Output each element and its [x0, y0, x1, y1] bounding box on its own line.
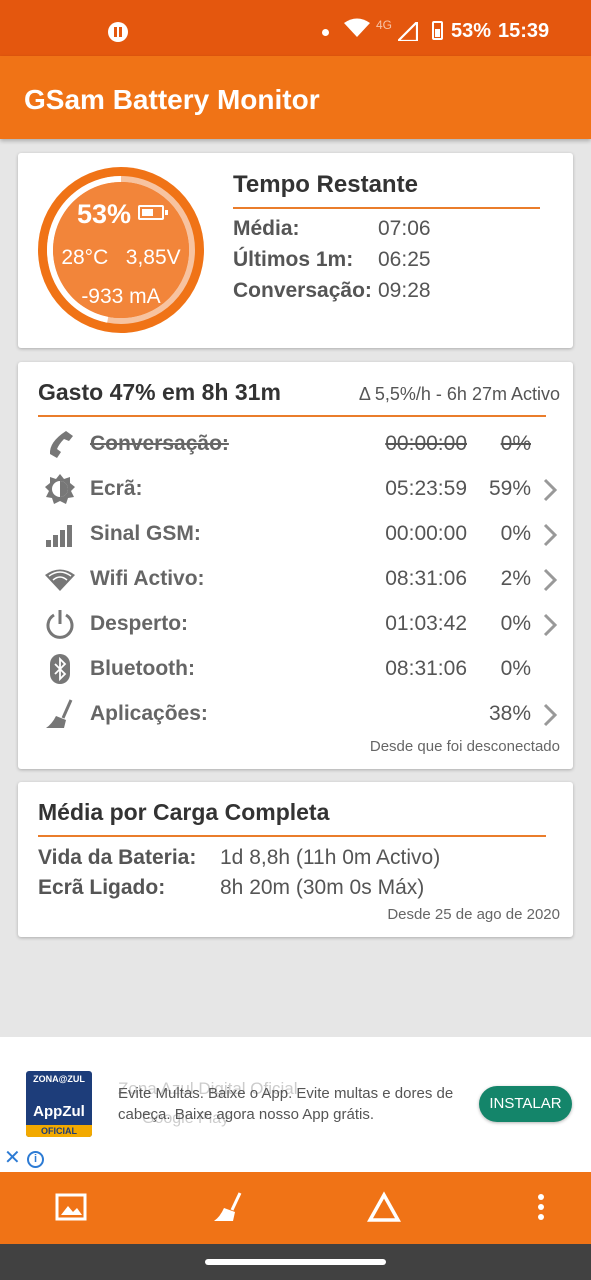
- divider: [233, 207, 540, 209]
- broom-icon: [46, 699, 73, 728]
- battery-summary-card[interactable]: 53% 28°C 3,85V -933 mA Tempo Restante Mé…: [18, 153, 573, 348]
- battery-icon: [138, 205, 168, 220]
- usage-row-conversation: Conversação: 00:00:00 0%: [18, 422, 573, 467]
- average-title: Média por Carga Completa: [38, 799, 330, 825]
- usage-title: Gasto 47% em 8h 31m: [38, 379, 281, 405]
- divider: [38, 835, 546, 837]
- average-card[interactable]: Média por Carga Completa Vida da Bateria…: [18, 782, 573, 937]
- notification-dot-icon: [322, 29, 329, 36]
- ad-logo-badge: OFICIAL: [26, 1125, 92, 1137]
- clock: 15:39: [498, 20, 550, 42]
- battery-percent: 53%: [451, 20, 492, 42]
- row-label: Últimos 1m:: [233, 248, 354, 271]
- usage-percent: 2%: [500, 567, 531, 590]
- usage-name: Bluetooth:: [90, 657, 195, 680]
- usage-name: Aplicações:: [90, 702, 208, 725]
- chevron-right-icon[interactable]: [542, 478, 558, 502]
- average-footer: Desde 25 de ago de 2020: [387, 906, 560, 923]
- bottom-toolbar: [0, 1172, 591, 1244]
- pause-icon: [108, 22, 128, 42]
- wifi-status-icon: [344, 18, 370, 37]
- usage-percent: 0%: [500, 432, 531, 455]
- usage-percent: 0%: [500, 612, 531, 635]
- usage-name: Ecrã:: [90, 477, 143, 500]
- install-button[interactable]: INSTALAR: [479, 1086, 572, 1122]
- usage-delta: Δ 5,5%/h - 6h 27m Activo: [358, 384, 560, 404]
- usage-time: 00:00:00: [385, 432, 467, 455]
- broom-icon[interactable]: [211, 1190, 245, 1224]
- gauge-current: -933 mA: [81, 285, 161, 308]
- usage-time: 00:00:00: [385, 522, 467, 545]
- gauge-temp-voltage: 28°C 3,85V: [38, 246, 204, 270]
- chevron-right-icon[interactable]: [542, 568, 558, 592]
- usage-time: 08:31:06: [385, 567, 467, 590]
- usage-percent: 0%: [500, 522, 531, 545]
- usage-row-wifi[interactable]: Wifi Activo: 08:31:06 2%: [18, 557, 573, 602]
- ad-logo-top-text: ZONA@ZUL: [33, 1074, 85, 1084]
- chevron-right-icon[interactable]: [542, 613, 558, 637]
- usage-time: 05:23:59: [385, 477, 467, 500]
- ad-app-logo[interactable]: ZONA@ZUL AppZul OFICIAL: [26, 1071, 92, 1137]
- network-type: 4G: [376, 18, 393, 32]
- triangle-icon[interactable]: [367, 1190, 401, 1224]
- ad-logo-name: AppZul: [33, 1103, 85, 1120]
- row-label: Vida da Bateria:: [38, 846, 197, 869]
- chevron-right-icon[interactable]: [542, 703, 558, 727]
- row-label: Ecrã Ligado:: [38, 876, 166, 899]
- signal-bars-icon: [46, 525, 72, 547]
- ad-close-icon[interactable]: ✕: [4, 1148, 21, 1168]
- brightness-icon: [45, 474, 75, 504]
- wifi-icon: [45, 569, 75, 591]
- app-bar: GSam Battery Monitor: [0, 56, 591, 139]
- usage-name: Desperto:: [90, 612, 189, 635]
- usage-card: Gasto 47% em 8h 31m Δ 5,5%/h - 6h 27m Ac…: [18, 362, 573, 769]
- image-icon[interactable]: [54, 1190, 88, 1224]
- usage-name: Sinal GSM:: [90, 522, 201, 545]
- chevron-right-icon[interactable]: [542, 523, 558, 547]
- ad-info-icon[interactable]: i: [27, 1151, 44, 1168]
- home-gesture-handle[interactable]: [205, 1259, 386, 1265]
- more-vert-icon[interactable]: [524, 1190, 558, 1224]
- row-label: Média:: [233, 217, 300, 240]
- usage-name: Wifi Activo:: [90, 567, 205, 590]
- row-value: 09:28: [378, 279, 431, 302]
- usage-time: 08:31:06: [385, 657, 467, 680]
- time-remaining-title: Tempo Restante: [233, 171, 418, 198]
- row-value: 8h 20m (30m 0s Máx): [220, 876, 425, 899]
- usage-row-bluetooth: Bluetooth: 08:31:06 0%: [18, 647, 573, 692]
- usage-time: 01:03:42: [385, 612, 467, 635]
- battery-status-icon: [432, 21, 443, 40]
- usage-percent: 59%: [488, 477, 531, 500]
- divider: [38, 415, 546, 417]
- usage-row-awake[interactable]: Desperto: 01:03:42 0%: [18, 602, 573, 647]
- gauge-percent: 53%: [76, 199, 132, 229]
- gauge-voltage: 3,85V: [125, 246, 181, 269]
- usage-percent: 0%: [500, 657, 531, 680]
- cell-signal-icon: [398, 22, 418, 41]
- row-value: 1d 8,8h (11h 0m Activo): [220, 846, 441, 869]
- row-value: 07:06: [378, 217, 431, 240]
- usage-row-gsm[interactable]: Sinal GSM: 00:00:00 0%: [18, 512, 573, 557]
- usage-row-screen[interactable]: Ecrã: 05:23:59 59%: [18, 467, 573, 512]
- status-bar: 4G 53% 15:39: [0, 0, 591, 56]
- system-nav-bar: [0, 1244, 591, 1280]
- usage-row-apps[interactable]: Aplicações: 38%: [18, 692, 573, 737]
- gauge-temperature: 28°C: [61, 246, 109, 269]
- app-title: GSam Battery Monitor: [24, 84, 320, 115]
- bluetooth-icon: [50, 654, 70, 684]
- ad-text[interactable]: Evite Multas. Baixe o App. Evite multas …: [118, 1083, 468, 1125]
- usage-percent: 38%: [488, 702, 531, 725]
- row-value: 06:25: [378, 248, 431, 271]
- usage-footer: Desde que foi desconectado: [369, 738, 560, 755]
- ad-banner[interactable]: ZONA@ZUL AppZul OFICIAL Zona Azul Digita…: [0, 1037, 591, 1172]
- phone-icon: [49, 431, 73, 458]
- power-icon: [46, 610, 74, 639]
- row-label: Conversação:: [233, 279, 372, 302]
- usage-name: Conversação:: [90, 432, 229, 455]
